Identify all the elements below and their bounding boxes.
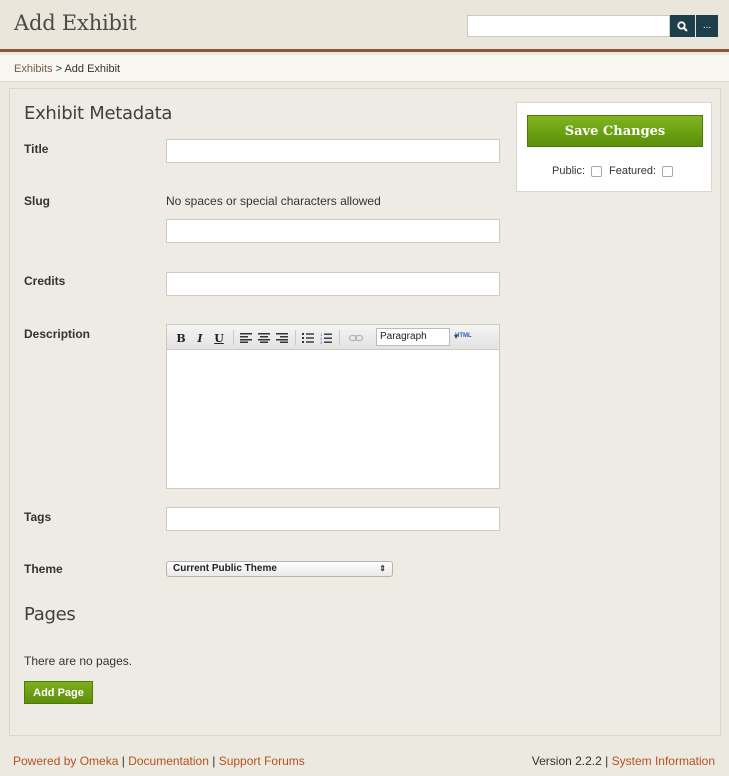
tags-label: Tags xyxy=(24,510,52,524)
page-title: Add Exhibit xyxy=(14,11,137,35)
breadcrumb-separator: > xyxy=(52,63,65,75)
title-input[interactable] xyxy=(166,139,500,163)
bullet-list-button[interactable] xyxy=(301,331,315,345)
app-root: Add Exhibit ... Exhibits > Add Exhibit E… xyxy=(0,0,729,776)
footer-links: Powered by Omeka | Documentation | Suppo… xyxy=(13,754,305,768)
bullet-list-icon xyxy=(302,333,314,343)
footer: Powered by Omeka | Documentation | Suppo… xyxy=(0,752,729,772)
title-label: Title xyxy=(24,142,49,156)
link-icon xyxy=(349,334,363,342)
theme-select-value: Current Public Theme xyxy=(173,563,277,574)
footer-separator: | xyxy=(208,754,219,768)
format-select-value: Paragraph xyxy=(380,331,427,342)
html-source-button[interactable]: HTML xyxy=(455,333,472,339)
advanced-search-button[interactable]: ... xyxy=(696,15,718,37)
credits-input[interactable] xyxy=(166,272,500,296)
italic-button[interactable]: I xyxy=(194,331,206,345)
no-pages-text: There are no pages. xyxy=(24,654,133,668)
theme-label: Theme xyxy=(24,562,63,576)
pages-heading: Pages xyxy=(24,604,76,625)
link-button[interactable] xyxy=(347,331,365,345)
public-label: Public: xyxy=(552,165,586,177)
tags-input[interactable] xyxy=(166,507,500,531)
credits-label: Credits xyxy=(24,274,66,288)
save-panel: Save Changes Public: Featured: xyxy=(516,102,712,192)
breadcrumb: Exhibits > Add Exhibit xyxy=(14,63,120,75)
system-information-link[interactable]: System Information xyxy=(612,754,715,768)
footer-separator: | xyxy=(118,754,129,768)
search-icon xyxy=(677,20,688,32)
search-button[interactable] xyxy=(670,15,695,37)
format-select[interactable]: Paragraph ▾ xyxy=(376,328,458,346)
version-text: Version 2.2.2 xyxy=(531,754,602,768)
header: Add Exhibit ... xyxy=(0,0,729,52)
footer-version: Version 2.2.2 | System Information xyxy=(532,754,715,768)
toolbar-separator xyxy=(233,330,234,345)
featured-flag: Featured: xyxy=(609,165,674,177)
breadcrumb-current: Add Exhibit xyxy=(64,63,121,75)
add-page-button[interactable]: Add Page xyxy=(24,681,93,704)
svg-text:3: 3 xyxy=(320,341,322,344)
editor-toolbar: B I U 123 Paragraph ▾ HTML xyxy=(167,325,499,350)
save-changes-button[interactable]: Save Changes xyxy=(527,115,703,147)
bold-button[interactable]: B xyxy=(175,331,187,345)
numbered-list-button[interactable]: 123 xyxy=(319,331,333,345)
support-forums-link[interactable]: Support Forums xyxy=(219,754,305,768)
exhibit-metadata-heading: Exhibit Metadata xyxy=(24,103,173,124)
toolbar-separator xyxy=(295,330,296,345)
featured-label: Featured: xyxy=(609,165,657,177)
align-center-button[interactable] xyxy=(257,331,271,345)
numbered-list-icon: 123 xyxy=(320,333,332,344)
align-center-icon xyxy=(258,333,270,343)
align-right-icon xyxy=(276,333,288,343)
theme-select[interactable]: Current Public Theme ⇕ xyxy=(166,561,393,577)
slug-hint: No spaces or special characters allowed xyxy=(166,194,381,208)
featured-checkbox[interactable] xyxy=(662,165,674,177)
align-left-button[interactable] xyxy=(239,331,253,345)
public-flag: Public: xyxy=(552,165,603,177)
align-right-button[interactable] xyxy=(275,331,289,345)
documentation-link[interactable]: Documentation xyxy=(128,754,209,768)
select-arrows-icon: ⇕ xyxy=(379,564,386,573)
footer-separator: | xyxy=(601,754,612,768)
align-left-icon xyxy=(240,333,252,343)
breadcrumb-bar: Exhibits > Add Exhibit xyxy=(0,55,729,82)
powered-by-link[interactable]: Powered by Omeka xyxy=(13,754,118,768)
public-checkbox[interactable] xyxy=(591,165,603,177)
description-text-area[interactable] xyxy=(167,351,499,488)
description-label: Description xyxy=(24,327,91,341)
slug-label: Slug xyxy=(24,194,50,208)
search-input[interactable] xyxy=(467,15,670,37)
breadcrumb-exhibits-link[interactable]: Exhibits xyxy=(14,63,53,75)
underline-button[interactable]: U xyxy=(213,331,225,345)
description-editor: B I U 123 Paragraph ▾ HTML xyxy=(166,324,500,489)
slug-input[interactable] xyxy=(166,219,500,243)
toolbar-separator xyxy=(339,330,340,345)
